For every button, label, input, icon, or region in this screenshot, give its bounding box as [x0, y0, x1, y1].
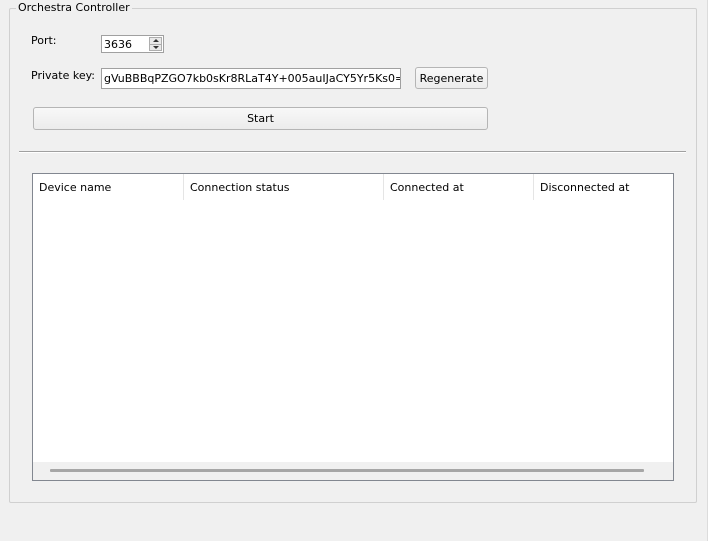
group-title: Orchestra Controller: [16, 1, 132, 14]
separator: [19, 151, 686, 153]
port-stepper[interactable]: [149, 37, 162, 51]
column-header-disconnected-at[interactable]: Disconnected at: [534, 174, 673, 200]
scrollbar-thumb[interactable]: [50, 469, 644, 472]
window-edge: [707, 0, 711, 541]
start-button[interactable]: Start: [33, 107, 488, 130]
port-label: Port:: [31, 34, 57, 47]
port-decrement-button[interactable]: [149, 44, 162, 51]
port-value[interactable]: 3636: [104, 38, 132, 51]
horizontal-scrollbar[interactable]: [33, 462, 673, 480]
regenerate-button[interactable]: Regenerate: [415, 67, 488, 89]
arrow-up-icon: [152, 39, 159, 43]
orchestra-controller-window: Orchestra Controller Port: 3636 Private …: [0, 0, 711, 541]
column-header-connected-at[interactable]: Connected at: [384, 174, 534, 200]
arrow-down-icon: [152, 45, 159, 49]
devices-table[interactable]: Device name Connection status Connected …: [32, 173, 674, 481]
column-header-connection-status[interactable]: Connection status: [184, 174, 384, 200]
table-header: Device name Connection status Connected …: [33, 174, 673, 200]
private-key-field[interactable]: gVuBBBqPZGO7kb0sKr8RLaT4Y+005auIJaCY5Yr5…: [101, 68, 401, 89]
column-header-device-name[interactable]: Device name: [33, 174, 184, 200]
port-increment-button[interactable]: [149, 37, 162, 45]
port-spinbox[interactable]: 3636: [101, 35, 164, 53]
private-key-label: Private key:: [31, 69, 96, 82]
